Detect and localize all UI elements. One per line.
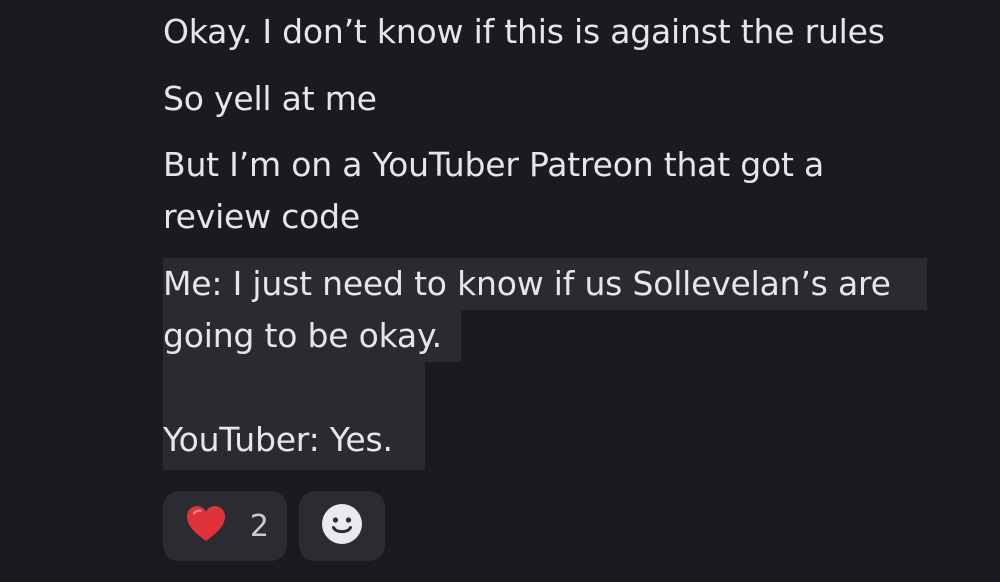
quote-line: going to be okay. xyxy=(163,310,461,362)
reaction-bar: 2 xyxy=(163,491,385,561)
reaction-count: 2 xyxy=(249,508,269,544)
message-line: Okay. I don’t know if this is against th… xyxy=(163,12,885,51)
smiley-icon xyxy=(321,503,363,549)
quote-blank-line xyxy=(163,362,425,414)
heart-reaction-button[interactable]: 2 xyxy=(163,491,287,561)
add-reaction-button[interactable] xyxy=(299,491,385,561)
message-line: But I’m on a YouTuber Patreon that got a xyxy=(163,145,825,184)
message-line: So yell at me xyxy=(163,79,377,118)
quote-line: Me: I just need to know if us Sollevelan… xyxy=(163,258,927,310)
quote-line: YouTuber: Yes. xyxy=(163,414,425,470)
heart-icon xyxy=(185,504,227,548)
message-line: review code xyxy=(163,197,361,236)
chat-view: Okay. I don’t know if this is against th… xyxy=(0,0,1000,582)
